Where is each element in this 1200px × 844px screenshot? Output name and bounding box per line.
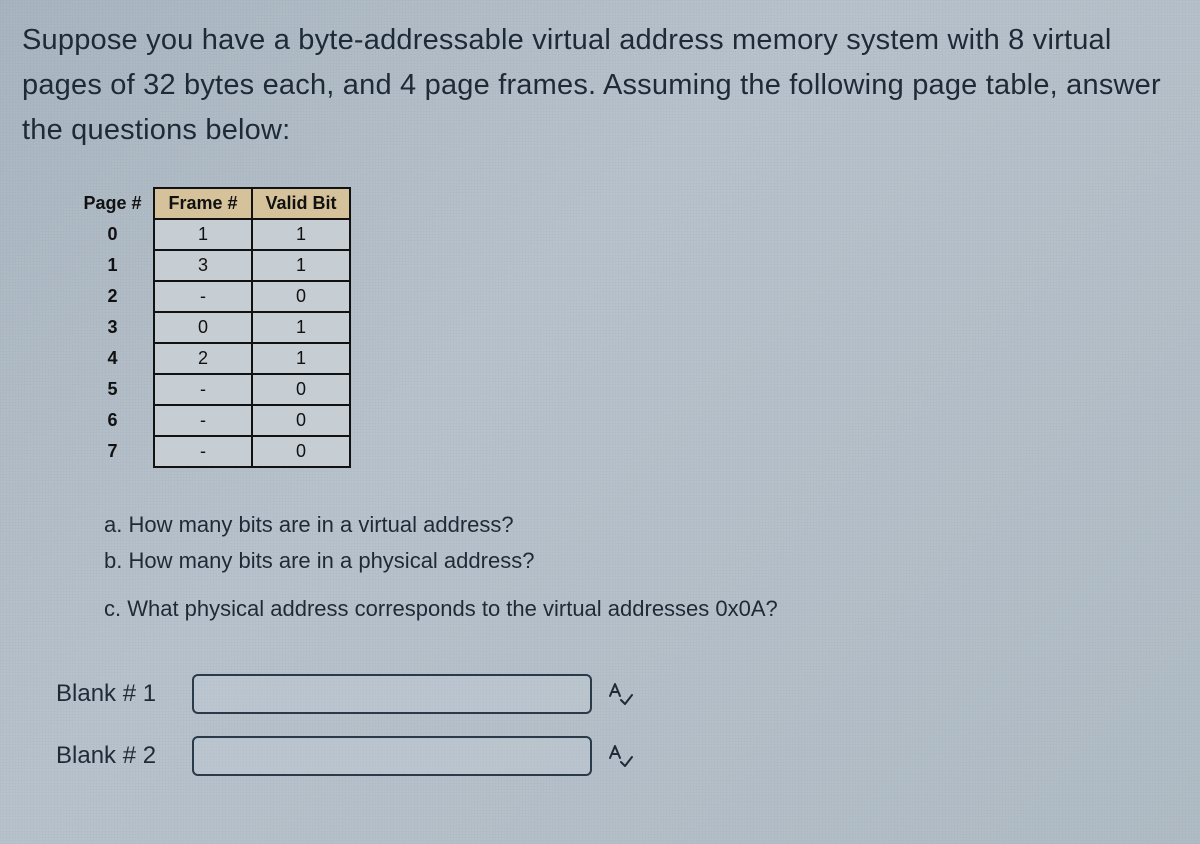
table-row: 4 2 1 [72, 343, 350, 374]
cell-valid: 1 [252, 343, 350, 374]
header-valid: Valid Bit [252, 188, 350, 219]
blank-row-2: Blank # 2 [56, 736, 1178, 776]
question-b: b. How many bits are in a physical addre… [104, 544, 1178, 578]
cell-frame: 2 [154, 343, 252, 374]
cell-page: 2 [72, 281, 154, 312]
cell-frame: - [154, 374, 252, 405]
cell-page: 0 [72, 219, 154, 250]
table-row: 3 0 1 [72, 312, 350, 343]
blank-row-1: Blank # 1 [56, 674, 1178, 714]
cell-frame: - [154, 405, 252, 436]
table-row: 0 1 1 [72, 219, 350, 250]
cell-frame: 1 [154, 219, 252, 250]
cell-frame: 0 [154, 312, 252, 343]
header-page: Page # [72, 188, 154, 219]
cell-valid: 0 [252, 436, 350, 467]
cell-valid: 0 [252, 374, 350, 405]
question-c: c. What physical address corresponds to … [104, 592, 1178, 626]
cell-page: 4 [72, 343, 154, 374]
blank-1-label: Blank # 1 [56, 680, 178, 708]
cell-valid: 1 [252, 219, 350, 250]
cell-frame: - [154, 436, 252, 467]
question-a: a. How many bits are in a virtual addres… [104, 508, 1178, 542]
page-table: Page # Frame # Valid Bit 0 1 1 1 3 1 2 [72, 187, 351, 468]
blank-2-label: Blank # 2 [56, 742, 178, 770]
blank-1-input[interactable] [192, 674, 592, 714]
cell-page: 5 [72, 374, 154, 405]
cell-valid: 0 [252, 405, 350, 436]
table-row: 7 - 0 [72, 436, 350, 467]
header-frame: Frame # [154, 188, 252, 219]
spellcheck-icon[interactable] [606, 680, 634, 708]
spellcheck-icon[interactable] [606, 742, 634, 770]
table-row: 6 - 0 [72, 405, 350, 436]
cell-valid: 1 [252, 250, 350, 281]
cell-page: 1 [72, 250, 154, 281]
question-prompt: Suppose you have a byte-addressable virt… [22, 18, 1178, 153]
sub-questions: a. How many bits are in a virtual addres… [104, 508, 1178, 626]
table-row: 1 3 1 [72, 250, 350, 281]
table-row: 5 - 0 [72, 374, 350, 405]
cell-frame: - [154, 281, 252, 312]
table-row: 2 - 0 [72, 281, 350, 312]
cell-page: 6 [72, 405, 154, 436]
cell-valid: 1 [252, 312, 350, 343]
cell-frame: 3 [154, 250, 252, 281]
cell-page: 3 [72, 312, 154, 343]
cell-page: 7 [72, 436, 154, 467]
cell-valid: 0 [252, 281, 350, 312]
blank-2-input[interactable] [192, 736, 592, 776]
